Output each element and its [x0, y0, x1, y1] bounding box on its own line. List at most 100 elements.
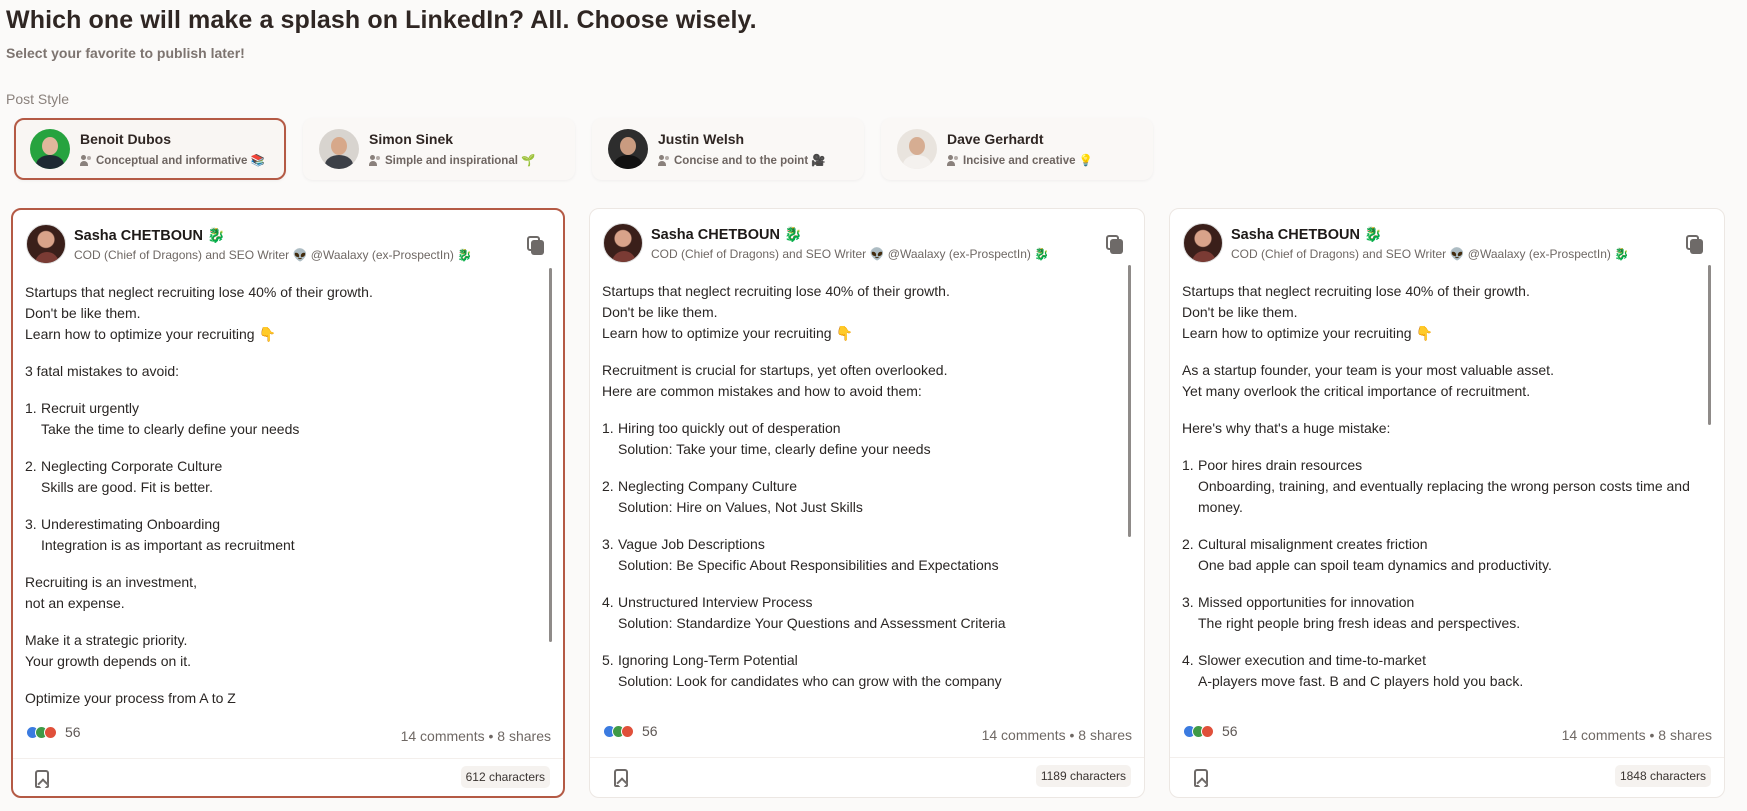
- people-icon: [947, 154, 960, 166]
- page-subtitle: Select your favorite to publish later!: [6, 45, 245, 61]
- people-icon: [369, 154, 382, 166]
- reactions-count: 56: [642, 723, 658, 739]
- post-line: Don't be like them.: [25, 305, 141, 321]
- style-card-dave-gerhardt[interactable]: Dave Gerhardt Incisive and creative 💡: [881, 118, 1153, 180]
- style-description: Conceptual and informative 📚: [96, 155, 265, 167]
- post-card-1[interactable]: Sasha CHETBOUN 🐉 COD (Chief of Dragons) …: [11, 208, 565, 798]
- item-title: Recruit urgently: [41, 400, 140, 416]
- style-name: Benoit Dubos: [80, 131, 171, 147]
- post-card-3[interactable]: Sasha CHETBOUN 🐉 COD (Chief of Dragons) …: [1169, 208, 1725, 798]
- item-number: 2.: [1182, 536, 1194, 552]
- style-card-benoit-dubos[interactable]: Benoit Dubos Conceptual and informative …: [14, 118, 286, 180]
- people-icon: [80, 154, 93, 166]
- character-count: 1848 characters: [1614, 765, 1711, 787]
- item-number: 3.: [1182, 594, 1194, 610]
- author-avatar: [1183, 223, 1223, 263]
- post-line: Startups that neglect recruiting lose 40…: [602, 283, 950, 299]
- item-title: Hiring too quickly out of desperation: [618, 420, 841, 436]
- scrollbar[interactable]: [1708, 265, 1711, 425]
- bookmark-icon[interactable]: [1194, 769, 1208, 787]
- item-detail: Take the time to clearly define your nee…: [41, 421, 300, 437]
- post-stats: 14 comments • 8 shares: [400, 728, 551, 744]
- post-line: 3 fatal mistakes to avoid:: [25, 363, 180, 379]
- post-card-2[interactable]: Sasha CHETBOUN 🐉 COD (Chief of Dragons) …: [589, 208, 1145, 798]
- item-detail: Solution: Look for candidates who can gr…: [618, 673, 1002, 689]
- avatar: [897, 129, 937, 169]
- post-style-label: Post Style: [6, 91, 70, 107]
- author-avatar: [26, 224, 66, 264]
- post-line: Don't be like them.: [602, 304, 718, 320]
- post-line: Your growth depends on it.: [25, 653, 192, 669]
- style-description: Concise and to the point 🎥: [674, 155, 826, 167]
- post-line: Recruitment is crucial for startups, yet…: [602, 362, 948, 378]
- item-detail: Integration is as important as recruitme…: [41, 537, 295, 553]
- reactions-icon: [1183, 724, 1214, 738]
- item-detail: A-players move fast. B and C players hol…: [1198, 673, 1524, 689]
- reactions-count: 56: [65, 724, 81, 740]
- avatar: [608, 129, 648, 169]
- post-line: Don't be like them.: [1182, 304, 1298, 320]
- item-detail: Solution: Standardize Your Questions and…: [618, 615, 1006, 631]
- post-line: Here's why that's a huge mistake:: [1182, 420, 1391, 436]
- author-tagline: COD (Chief of Dragons) and SEO Writer 👽 …: [651, 247, 1050, 261]
- item-title: Underestimating Onboarding: [41, 516, 220, 532]
- post-body: Startups that neglect recruiting lose 40…: [602, 281, 1132, 709]
- character-count: 1189 characters: [1035, 765, 1131, 787]
- post-body: Startups that neglect recruiting lose 40…: [25, 282, 555, 710]
- item-title: Vague Job Descriptions: [618, 536, 765, 552]
- style-description: Simple and inspirational 🌱: [385, 155, 536, 167]
- item-number: 2.: [25, 458, 37, 474]
- copy-icon[interactable]: [1686, 235, 1704, 255]
- post-stats: 14 comments • 8 shares: [981, 727, 1132, 743]
- style-name: Dave Gerhardt: [947, 131, 1044, 147]
- item-number: 5.: [602, 652, 614, 668]
- item-number: 3.: [25, 516, 37, 532]
- style-card-simon-sinek[interactable]: Simon Sinek Simple and inspirational 🌱: [303, 118, 575, 180]
- style-card-justin-welsh[interactable]: Justin Welsh Concise and to the point 🎥: [592, 118, 864, 180]
- item-detail: One bad apple can spoil team dynamics an…: [1198, 557, 1552, 573]
- reactions-icon: [26, 725, 57, 739]
- style-name: Simon Sinek: [369, 131, 454, 147]
- item-number: 4.: [1182, 652, 1194, 668]
- scrollbar[interactable]: [549, 268, 552, 642]
- divider: [13, 758, 563, 759]
- avatar: [319, 129, 359, 169]
- post-line: Startups that neglect recruiting lose 40…: [1182, 283, 1530, 299]
- item-detail: Solution: Take your time, clearly define…: [618, 441, 931, 457]
- item-detail: Onboarding, training, and eventually rep…: [1198, 478, 1690, 515]
- post-stats: 14 comments • 8 shares: [1561, 727, 1712, 743]
- post-line: not an expense.: [25, 595, 125, 611]
- post-line: Optimize your process from A to Z: [25, 690, 236, 706]
- item-title: Slower execution and time-to-market: [1198, 652, 1426, 668]
- style-name: Justin Welsh: [658, 131, 745, 147]
- bookmark-icon[interactable]: [614, 769, 628, 787]
- author-name: Sasha CHETBOUN 🐉: [1231, 227, 1382, 243]
- item-title: Unstructured Interview Process: [618, 594, 813, 610]
- scrollbar[interactable]: [1128, 265, 1131, 537]
- author-avatar: [603, 223, 643, 263]
- copy-icon[interactable]: [1106, 235, 1124, 255]
- post-line: Learn how to optimize your recruiting 👇: [602, 325, 853, 341]
- author-name: Sasha CHETBOUN 🐉: [74, 228, 225, 244]
- author-tagline: COD (Chief of Dragons) and SEO Writer 👽 …: [74, 248, 473, 262]
- item-detail: Skills are good. Fit is better.: [41, 479, 213, 495]
- post-line: Yet many overlook the critical importanc…: [1182, 383, 1531, 399]
- item-detail: Solution: Hire on Values, Not Just Skill…: [618, 499, 863, 515]
- item-title: Cultural misalignment creates friction: [1198, 536, 1428, 552]
- post-line: Learn how to optimize your recruiting 👇: [1182, 325, 1433, 341]
- bookmark-icon[interactable]: [35, 770, 49, 788]
- post-line: Startups that neglect recruiting lose 40…: [25, 284, 373, 300]
- item-detail: Solution: Be Specific About Responsibili…: [618, 557, 999, 573]
- post-line: As a startup founder, your team is your …: [1182, 362, 1554, 378]
- reactions-icon: [603, 724, 634, 738]
- post-line: Here are common mistakes and how to avoi…: [602, 383, 922, 399]
- item-title: Missed opportunities for innovation: [1198, 594, 1415, 610]
- item-number: 2.: [602, 478, 614, 494]
- item-number: 1.: [1182, 457, 1194, 473]
- copy-icon[interactable]: [527, 236, 545, 256]
- post-line: Recruiting is an investment,: [25, 574, 197, 590]
- post-line: Learn how to optimize your recruiting 👇: [25, 326, 276, 342]
- avatar: [30, 129, 70, 169]
- item-title: Ignoring Long-Term Potential: [618, 652, 798, 668]
- author-tagline: COD (Chief of Dragons) and SEO Writer 👽 …: [1231, 247, 1630, 261]
